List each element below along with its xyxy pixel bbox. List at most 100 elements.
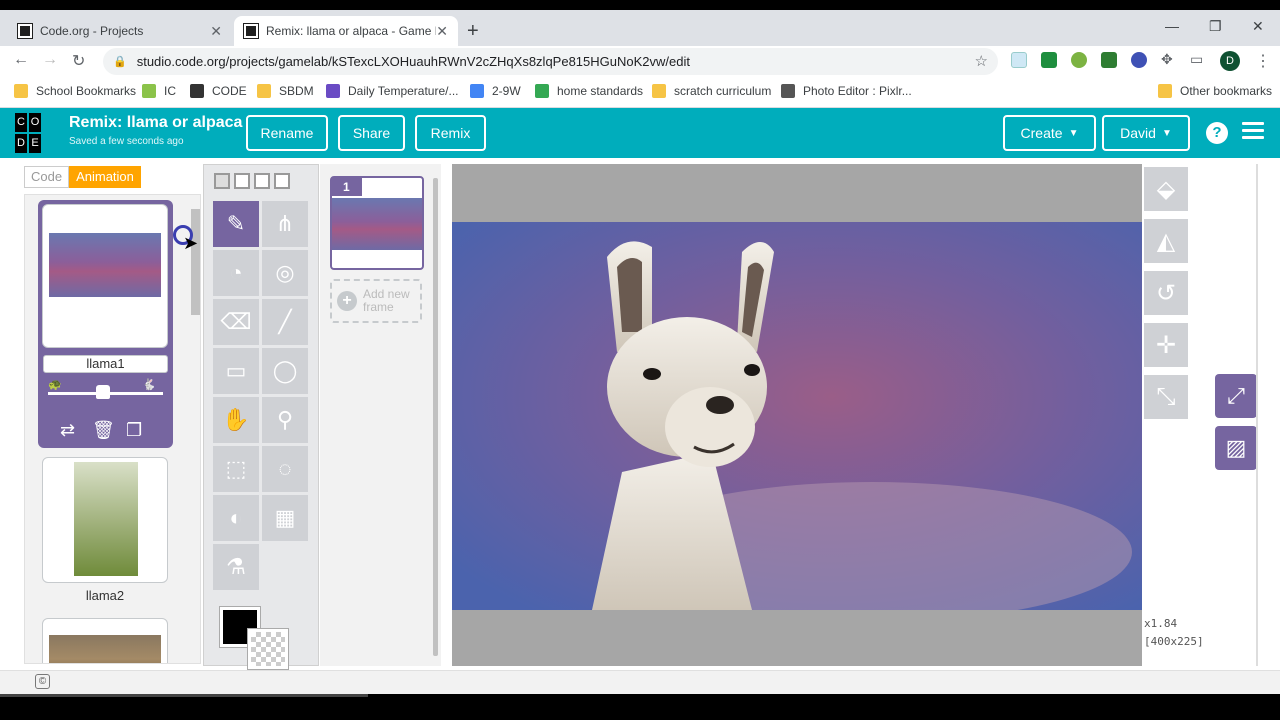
lasso-select-icon[interactable]: ◌ <box>262 446 308 492</box>
brush-size-medium[interactable] <box>234 173 250 189</box>
reload-icon[interactable]: ↻ <box>72 51 85 71</box>
crop-icon[interactable]: ✛ <box>1143 322 1189 368</box>
user-menu-button[interactable]: David ▼ <box>1102 115 1190 151</box>
animation-thumbnail[interactable] <box>42 618 168 663</box>
create-menu-button[interactable]: Create ▼ <box>1003 115 1096 151</box>
minimize-icon[interactable]: — <box>1165 18 1179 34</box>
add-new-frame-button[interactable]: + Add new frame <box>330 279 422 323</box>
ellipse-tool-icon[interactable]: ◯ <box>262 348 308 394</box>
fit-to-canvas-icon[interactable]: ⤡ <box>1143 374 1189 420</box>
fill-bucket-icon[interactable]: ◔ <box>213 250 259 296</box>
drawing-canvas-area[interactable] <box>452 164 1142 666</box>
window-close-icon[interactable]: ✕ <box>1252 18 1264 35</box>
app-header: C O D E Remix: llama or alpaca Saved a f… <box>0 108 1280 158</box>
browser-tab-projects[interactable]: Code.org - Projects ✕ <box>8 16 232 46</box>
puzzle-extensions-icon[interactable]: ✥ <box>1161 51 1173 68</box>
bookmark-item[interactable]: home standards <box>535 84 643 98</box>
animation-list: llama1 🐢 🐇 ⇄ 🗑 ❐ llama2 <box>24 194 201 664</box>
animation-name-input[interactable]: llama1 <box>43 355 168 373</box>
forms-icon <box>326 84 340 98</box>
pan-hand-icon[interactable]: ✋ <box>213 397 259 443</box>
folder-icon <box>257 84 271 98</box>
line-tool-icon[interactable]: ╱ <box>262 299 308 345</box>
k-extension-icon[interactable] <box>1131 52 1147 68</box>
bookmark-item[interactable]: 2-9W <box>470 84 521 98</box>
brush-tool-icon[interactable]: ⋔ <box>262 201 308 247</box>
add-extension-icon[interactable] <box>1071 52 1087 68</box>
browser-toolbar: ← → ↻ 🔒 studio.code.org/projects/gamelab… <box>0 46 1280 76</box>
cast-extension-icon[interactable] <box>1041 52 1057 68</box>
rect-select-icon[interactable]: ⬚ <box>213 446 259 492</box>
rename-button[interactable]: Rename <box>246 115 328 151</box>
close-tab-icon[interactable]: ✕ <box>210 23 222 40</box>
rectangle-tool-icon[interactable]: ▭ <box>213 348 259 394</box>
bookmark-star-icon[interactable]: ☆ <box>975 52 988 70</box>
image-extension-icon[interactable] <box>1101 52 1117 68</box>
spray-tool-icon[interactable]: ◎ <box>262 250 308 296</box>
selected-animation-card[interactable]: llama1 🐢 🐇 ⇄ 🗑 ❐ <box>38 200 173 448</box>
loop-icon[interactable]: ⇄ <box>60 420 75 441</box>
bookmark-item[interactable]: IC <box>142 84 176 98</box>
brush-size-small[interactable] <box>214 173 230 189</box>
ic-icon <box>142 84 156 98</box>
hamburger-menu-icon[interactable] <box>1242 122 1264 140</box>
bookmark-item[interactable]: Daily Temperature/... <box>326 84 459 98</box>
address-bar[interactable]: 🔒 studio.code.org/projects/gamelab/kSTex… <box>103 48 998 75</box>
browser-tab-remix[interactable]: Remix: llama or alpaca - Game Lc ✕ <box>234 16 458 46</box>
restore-icon[interactable]: ❐ <box>1209 18 1222 35</box>
brush-size-xlarge[interactable] <box>274 173 290 189</box>
mouse-cursor-icon: ➤ <box>183 233 199 253</box>
share-button[interactable]: Share <box>338 115 405 151</box>
browser-menu-icon[interactable]: ⋮ <box>1255 51 1271 71</box>
chevron-down-icon: ▼ <box>1068 127 1079 139</box>
bookmark-item[interactable]: Photo Editor : Pixlr... <box>781 84 912 98</box>
eyedropper-icon[interactable]: ⚗ <box>213 544 259 590</box>
image-import-icon[interactable]: ▨ <box>1215 426 1257 470</box>
frames-scrollbar[interactable] <box>433 178 438 656</box>
folder-icon <box>652 84 666 98</box>
back-icon[interactable]: ← <box>13 51 29 69</box>
pencil-tool-icon[interactable]: ✎ <box>213 201 259 247</box>
bookmark-item[interactable]: School Bookmarks <box>14 84 136 98</box>
animation-name-label: llama2 <box>85 588 125 603</box>
llama-image-canvas[interactable] <box>452 222 1142 610</box>
llama-illustration <box>452 222 1142 610</box>
code-org-logo[interactable]: C O D E <box>14 112 56 154</box>
new-tab-button[interactable]: + <box>467 20 479 43</box>
flip-vertical-icon[interactable]: ⬙ <box>1143 166 1189 212</box>
eraser-icon[interactable]: ⌫ <box>213 299 259 345</box>
code-org-favicon-icon <box>17 23 33 39</box>
transparency-icon[interactable]: ▦ <box>262 495 308 541</box>
magic-wand-icon[interactable]: ⚲ <box>262 397 308 443</box>
brush-size-large[interactable] <box>254 173 270 189</box>
bookmark-item[interactable]: SBDM <box>257 84 314 98</box>
speed-slider-handle[interactable] <box>96 385 110 399</box>
help-icon[interactable]: ? <box>1206 122 1228 144</box>
extension-icon[interactable] <box>1011 52 1027 68</box>
rotate-icon[interactable]: ↺ <box>1143 270 1189 316</box>
fill-color-swatch[interactable] <box>247 628 289 670</box>
remix-button[interactable]: Remix <box>415 115 486 151</box>
profile-avatar[interactable]: D <box>1220 51 1240 71</box>
color-replace-icon[interactable]: ◐ <box>213 495 259 541</box>
copyright-icon[interactable]: © <box>35 674 50 689</box>
cast-icon[interactable]: ▭ <box>1190 51 1203 68</box>
animation-thumbnail[interactable] <box>42 204 168 348</box>
close-tab-icon[interactable]: ✕ <box>436 23 448 40</box>
tab-code[interactable]: Code <box>24 166 70 188</box>
duplicate-icon[interactable]: ❐ <box>126 420 142 441</box>
tab-animation[interactable]: Animation <box>69 166 141 188</box>
flip-horizontal-icon[interactable]: ◭ <box>1143 218 1189 264</box>
folder-icon <box>14 84 28 98</box>
frame-thumbnail[interactable]: 1 <box>330 176 424 270</box>
chevron-down-icon: ▼ <box>1161 127 1172 139</box>
delete-icon[interactable]: 🗑 <box>92 420 115 441</box>
other-bookmarks[interactable]: Other bookmarks <box>1158 84 1272 98</box>
bookmark-item[interactable]: CODE <box>190 84 247 98</box>
forward-icon[interactable]: → <box>42 51 58 69</box>
bookmark-item[interactable]: scratch curriculum <box>652 84 771 98</box>
url-text: studio.code.org/projects/gamelab/kSTexcL… <box>136 54 690 69</box>
animation-thumbnail[interactable] <box>42 457 168 583</box>
resize-canvas-icon[interactable]: ⤢ <box>1215 374 1257 418</box>
animation-list-scrollbar[interactable] <box>189 195 200 663</box>
